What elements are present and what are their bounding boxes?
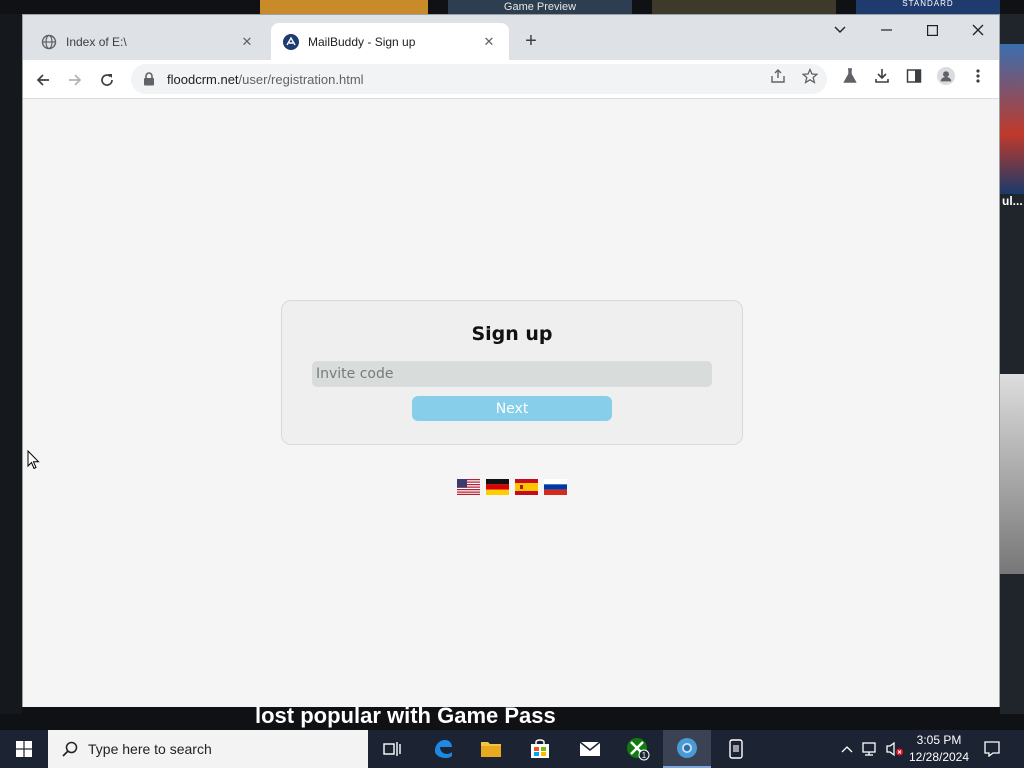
back-arrow-icon[interactable]	[31, 68, 55, 92]
taskbar-search-box[interactable]: Type here to search	[48, 730, 368, 768]
phone-app-icon[interactable]	[712, 730, 760, 768]
forward-arrow-icon[interactable]	[63, 68, 87, 92]
minimize-icon[interactable]	[863, 15, 909, 45]
network-icon[interactable]	[860, 730, 882, 768]
background-art	[1000, 44, 1024, 194]
background-tile	[260, 0, 428, 14]
reload-icon[interactable]	[95, 68, 119, 92]
search-icon	[60, 739, 80, 759]
page-title: Sign up	[471, 323, 553, 345]
clock-time: 3:05 PM	[916, 733, 962, 747]
close-tab-icon[interactable]: ✕	[239, 34, 255, 50]
profile-avatar-icon[interactable]	[937, 67, 955, 85]
invite-code-input[interactable]	[312, 361, 712, 387]
notifications-icon[interactable]	[980, 730, 1004, 768]
file-explorer-icon[interactable]	[467, 730, 515, 768]
menu-kebab-icon[interactable]	[969, 67, 987, 85]
tab-index-of-e[interactable]: Index of E:\ ✕	[29, 23, 267, 60]
chrome-browser-icon[interactable]	[663, 730, 711, 768]
clock-date: 12/28/2024	[908, 750, 970, 764]
spain-flag-icon[interactable]	[515, 479, 538, 495]
russia-flag-icon[interactable]	[544, 479, 567, 495]
background-right-strip: ul...	[1000, 14, 1024, 714]
mail-icon[interactable]	[566, 730, 614, 768]
background-tile-label: Game Preview	[448, 0, 632, 14]
background-tile	[652, 0, 836, 14]
search-placeholder: Type here to search	[88, 741, 212, 757]
lock-icon[interactable]	[141, 71, 157, 87]
close-tab-icon[interactable]: ✕	[481, 34, 497, 50]
us-flag-icon[interactable]	[457, 479, 480, 495]
tab-mailbuddy-sign-up[interactable]: MailBuddy - Sign up ✕	[271, 23, 509, 60]
page-viewport: Sign up Next	[23, 99, 999, 707]
maximize-icon[interactable]	[909, 15, 955, 45]
edge-browser-icon[interactable]	[419, 730, 467, 768]
mouse-cursor-icon	[27, 450, 40, 470]
taskbar: Type here to search 1 3:05 PM 12/28/2024	[0, 730, 1024, 768]
windows-start-icon[interactable]	[0, 730, 48, 768]
tab-strip: Index of E:\ ✕ MailBuddy - Sign up ✕ +	[23, 15, 999, 60]
side-panel-icon[interactable]	[905, 67, 923, 85]
microsoft-store-icon[interactable]	[516, 730, 564, 768]
background-left-strip	[0, 14, 22, 714]
url-path: /user/registration.html	[238, 71, 364, 87]
browser-toolbar: floodcrm.net/user/registration.html	[23, 60, 999, 99]
chevron-up-icon[interactable]	[838, 730, 856, 768]
mailbuddy-logo-icon	[283, 33, 299, 50]
background-art	[1000, 374, 1024, 574]
labs-flask-icon[interactable]	[841, 67, 859, 85]
share-icon[interactable]	[769, 67, 787, 85]
volume-muted-icon[interactable]	[884, 730, 906, 768]
tab-title: Index of E:\	[66, 34, 127, 49]
germany-flag-icon[interactable]	[486, 479, 509, 495]
background-right-label: ul...	[1002, 194, 1023, 208]
browser-window: Index of E:\ ✕ MailBuddy - Sign up ✕ + f…	[22, 14, 1000, 707]
globe-icon	[41, 34, 57, 50]
language-selector	[457, 479, 567, 495]
background-tile-corner: STANDARD	[856, 0, 1000, 14]
task-view-icon[interactable]	[368, 730, 416, 768]
download-icon[interactable]	[873, 67, 891, 85]
xbox-badge: 1	[642, 751, 647, 760]
url-host: floodcrm.net	[167, 71, 239, 87]
address-bar[interactable]: floodcrm.net/user/registration.html	[131, 64, 827, 94]
next-button[interactable]: Next	[412, 396, 612, 421]
xbox-icon[interactable]: 1	[614, 730, 662, 768]
signup-card: Sign up Next	[281, 300, 743, 445]
system-clock[interactable]: 3:05 PM 12/28/2024	[904, 732, 974, 766]
tab-title: MailBuddy - Sign up	[308, 34, 416, 49]
close-window-icon[interactable]	[955, 15, 1001, 45]
tab-search-chevron-icon[interactable]	[817, 15, 863, 45]
new-tab-button[interactable]: +	[519, 29, 543, 53]
url-text[interactable]: floodcrm.net/user/registration.html	[167, 72, 827, 87]
bookmark-star-icon[interactable]	[801, 67, 819, 85]
